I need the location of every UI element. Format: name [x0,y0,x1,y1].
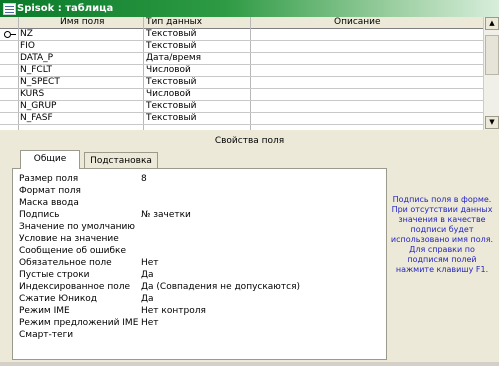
property-row[interactable]: Значение по умолчанию [19,221,379,233]
property-label: Режим предложений IME [19,318,139,328]
vertical-scrollbar[interactable]: ▲ ▼ [483,17,499,130]
table-row[interactable]: NZ Текстовый [0,29,483,41]
property-label: Маска ввода [19,198,79,208]
scroll-down-icon[interactable]: ▼ [485,116,499,129]
property-value[interactable]: Да [141,293,154,305]
property-value[interactable]: Да [141,269,154,281]
tab-general[interactable]: Общие [20,150,80,169]
field-name[interactable]: N_GRUP [20,101,56,112]
header-field-name[interactable]: Имя поля [60,17,104,28]
property-label: Размер поля [19,174,79,184]
property-label: Пустые строки [19,270,90,280]
table-row[interactable]: N_SPECT Текстовый [0,77,483,89]
property-label: Обязательное поле [19,258,112,268]
field-type[interactable]: Числовой [146,89,191,100]
property-row[interactable]: Индексированное поле Да (Совпадения не до… [19,281,379,293]
field-name[interactable]: N_SPECT [20,77,60,88]
scroll-up-icon[interactable]: ▲ [485,17,499,30]
row-selector[interactable] [0,89,18,100]
field-name[interactable]: KURS [20,89,44,100]
field-type[interactable]: Текстовый [146,101,196,112]
scroll-thumb[interactable] [485,35,499,75]
field-type[interactable]: Текстовый [146,113,196,124]
property-label: Формат поля [19,186,81,196]
property-label: Условие на значение [19,234,119,244]
field-type[interactable]: Текстовый [146,29,196,40]
properties-panel: Размер поля 8 Формат поля Маска ввода Под… [12,168,387,360]
property-value[interactable]: Нет [141,257,159,269]
field-name[interactable]: DATA_P [20,53,53,64]
property-row[interactable]: Сообщение об ошибке [19,245,379,257]
title-bar[interactable]: Spisok : таблица [0,0,499,17]
property-label: Сжатие Юникод [19,294,98,304]
field-name[interactable]: NZ [20,29,33,40]
property-row[interactable]: Обязательное поле Нет [19,257,379,269]
row-selector[interactable] [0,101,18,112]
property-label: Подпись [19,210,60,220]
table-row[interactable]: FIO Текстовый [0,41,483,53]
row-selector[interactable] [0,113,18,124]
table-icon [3,3,16,15]
property-row[interactable]: Режим предложений IME Нет [19,317,379,329]
property-row[interactable]: Сжатие Юникод Да [19,293,379,305]
grid-header: Имя поля Тип данных Описание [0,17,483,29]
row-selector[interactable] [0,29,18,40]
property-row[interactable]: Режим IME Нет контроля [19,305,379,317]
property-row[interactable]: Смарт-теги [19,329,379,341]
field-type[interactable]: Числовой [146,65,191,76]
property-value[interactable]: № зачетки [141,209,191,221]
field-type[interactable]: Дата/время [146,53,201,64]
window-frame-bottom [0,362,499,366]
table-row[interactable]: N_FASF Текстовый [0,113,483,125]
property-hint: Подпись поля в форме. При отсутствии дан… [390,195,494,274]
row-selector[interactable] [0,53,18,64]
field-name[interactable]: N_FCLT [20,65,52,76]
tab-lookup[interactable]: Подстановка [84,152,158,169]
table-row[interactable]: DATA_P Дата/время [0,53,483,65]
property-label: Индексированное поле [19,282,131,292]
table-row[interactable]: N_GRUP Текстовый [0,101,483,113]
field-grid: Имя поля Тип данных Описание NZ Текстовы… [0,17,483,130]
header-description[interactable]: Описание [334,17,381,28]
table-row[interactable]: N_FCLT Числовой [0,65,483,77]
property-label: Режим IME [19,306,70,316]
property-value[interactable]: Нет контроля [141,305,206,317]
primary-key-icon [4,31,16,38]
field-type[interactable]: Текстовый [146,77,196,88]
field-type[interactable]: Текстовый [146,41,196,52]
row-selector[interactable] [0,41,18,52]
property-value[interactable]: Нет [141,317,159,329]
property-value[interactable]: 8 [141,173,147,185]
table-row[interactable]: KURS Числовой [0,89,483,101]
property-row[interactable]: Формат поля [19,185,379,197]
window-title: Spisok : таблица [17,3,114,14]
property-label: Смарт-теги [19,330,74,340]
field-name[interactable]: N_FASF [20,113,53,124]
row-selector[interactable] [0,77,18,88]
properties-title: Свойства поля [214,136,285,146]
property-label: Значение по умолчанию [19,222,135,232]
property-row[interactable]: Размер поля 8 [19,173,379,185]
row-selector[interactable] [0,65,18,76]
property-row[interactable]: Пустые строки Да [19,269,379,281]
property-row[interactable]: Условие на значение [19,233,379,245]
header-data-type[interactable]: Тип данных [146,17,202,28]
field-name[interactable]: FIO [20,41,35,52]
property-row[interactable]: Маска ввода [19,197,379,209]
property-value[interactable]: Да (Совпадения не допускаются) [141,281,300,293]
property-label: Сообщение об ошибке [19,246,127,256]
property-row[interactable]: Подпись № зачетки [19,209,379,221]
